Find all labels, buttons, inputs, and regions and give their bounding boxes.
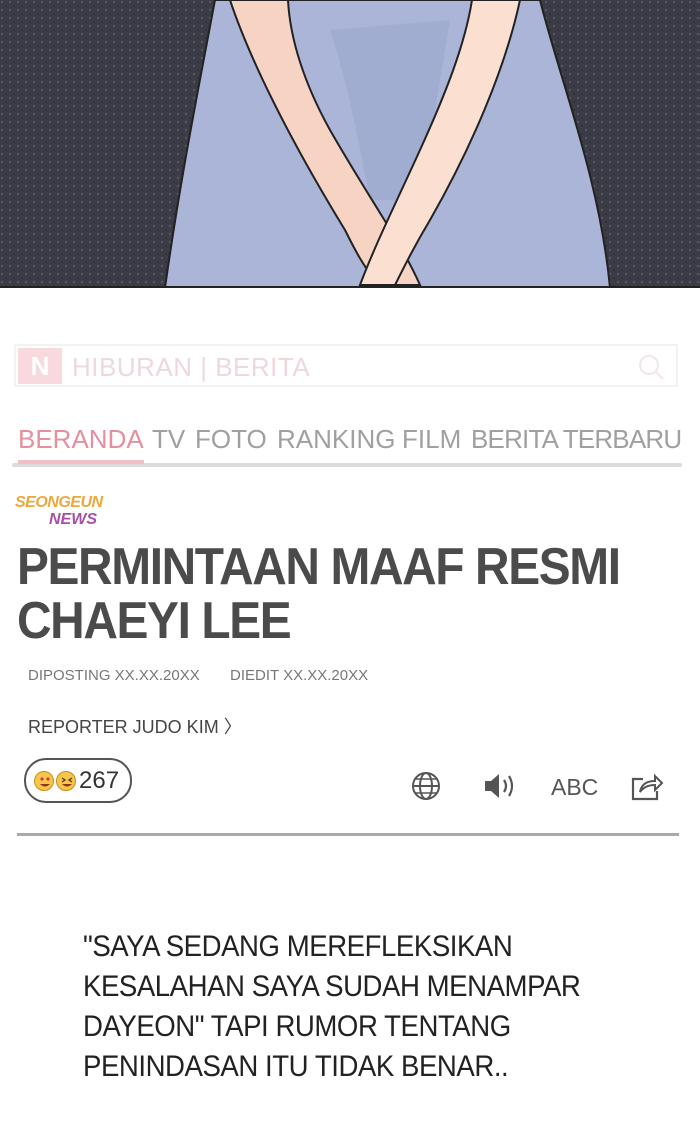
share-icon[interactable] xyxy=(630,770,664,802)
quote-line-4: PENINDASAN ITU TIDAK BENAR.. xyxy=(83,1050,509,1083)
quote-line-1: "SAYA SEDANG MEREFLEKSIKAN xyxy=(83,930,513,963)
brand-line-2: NEWS xyxy=(49,511,97,528)
nav-active-indicator xyxy=(18,460,144,464)
text-size-button[interactable]: ABC xyxy=(551,774,598,801)
nav-item-berita-terbaru[interactable]: BERITA TERBARU xyxy=(471,424,682,455)
quote-line-3: DAYEON" TAPI RUMOR TENTANG xyxy=(83,1010,511,1043)
article-divider xyxy=(17,833,679,836)
laughing-emoji-icon xyxy=(56,771,76,791)
news-brand-logo: SEONGEUN NEWS xyxy=(15,494,103,528)
nav-item-tv[interactable]: TV xyxy=(152,424,185,455)
search-icon[interactable] xyxy=(636,352,666,382)
nav-item-film[interactable]: FILM xyxy=(402,424,461,455)
heart-eyes-emoji-icon xyxy=(34,771,54,791)
comic-panel xyxy=(0,0,700,288)
quote-line-2: KESALAHAN SAYA SUDAH MENAMPAR xyxy=(83,970,581,1003)
site-title: HIBURAN | BERITA xyxy=(72,352,311,382)
headline-line-1: PERMINTAAN MAAF RESMI xyxy=(17,538,621,596)
nav-item-foto[interactable]: FOTO xyxy=(195,424,267,455)
edited-date: DIEDIT XX.XX.20XX xyxy=(230,667,369,684)
speaker-icon[interactable] xyxy=(482,770,518,802)
article-headline: PERMINTAAN MAAF RESMI CHAEYI LEE xyxy=(17,540,633,648)
reaction-button[interactable]: 267 xyxy=(24,758,132,803)
posted-date: DIPOSTING XX.XX.20XX xyxy=(28,667,200,684)
nav-item-ranking[interactable]: RANKING xyxy=(277,424,395,455)
article-quote: "SAYA SEDANG MEREFLEKSIKAN KESALAHAN SAY… xyxy=(83,927,635,1087)
nav-item-beranda[interactable]: BERANDA xyxy=(18,424,144,455)
brand-line-1: SEONGEUN xyxy=(15,494,103,511)
globe-icon[interactable] xyxy=(410,770,442,802)
main-nav: BERANDA TV FOTO RANKING FILM BERITA TERB… xyxy=(18,424,682,464)
search-bar[interactable]: N HIBURAN | BERITA xyxy=(14,344,678,387)
site-logo: N xyxy=(18,348,62,384)
reporter-link[interactable]: REPORTER JUDO KIM 〉 xyxy=(28,713,242,739)
headline-line-2: CHAEYI LEE xyxy=(17,592,292,650)
reaction-count: 267 xyxy=(79,767,120,794)
